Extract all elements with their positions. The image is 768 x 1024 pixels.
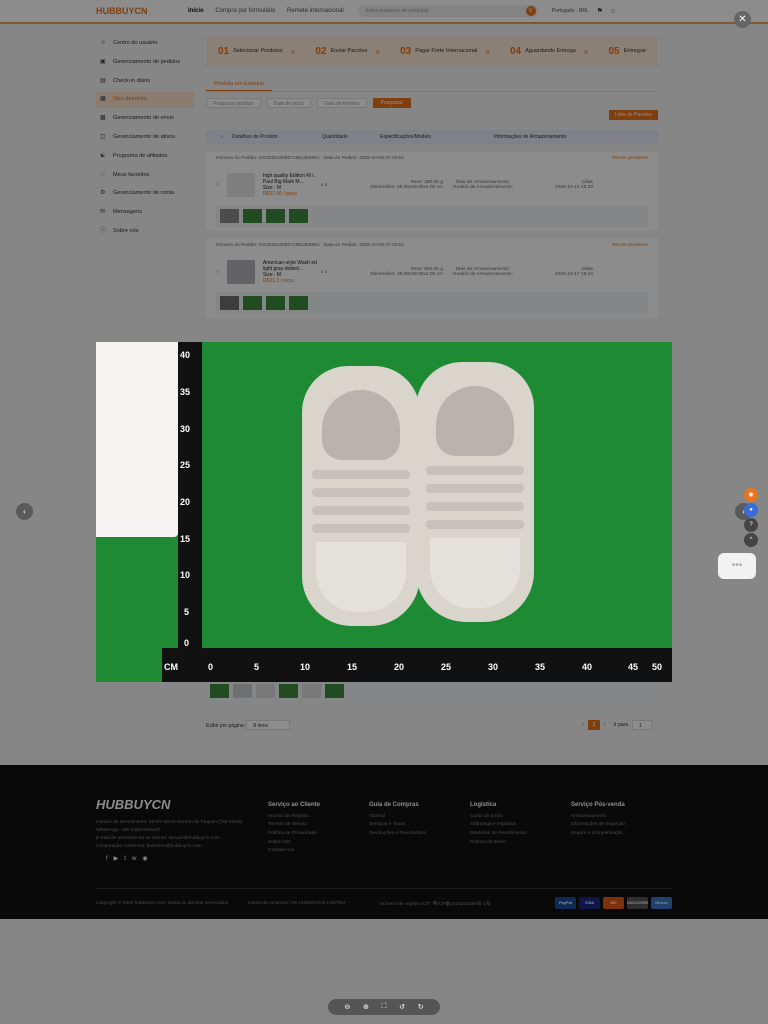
ruler-label: 35 <box>535 662 546 672</box>
floating-tools: ◉ ● ? ^ <box>744 488 758 548</box>
shoe-toe <box>316 542 406 612</box>
shoe-lace <box>312 506 410 515</box>
ruler-label: 15 <box>180 534 191 544</box>
zoom-out-icon[interactable]: ⊖ <box>344 1003 350 1011</box>
ruler-label: 15 <box>347 662 358 672</box>
ruler-label: 50 <box>652 662 663 672</box>
ruler-label: 45 <box>628 662 639 672</box>
ruler-label: 0 <box>184 638 190 648</box>
chat-icon[interactable]: ● <box>744 503 758 517</box>
shoe-lace <box>312 488 410 497</box>
ruler-label: 20 <box>394 662 405 672</box>
ruler-label: 0 <box>208 662 214 672</box>
shoe-opening <box>322 390 400 460</box>
zoom-in-icon[interactable]: ⊕ <box>363 1003 369 1011</box>
right-shoe <box>416 362 534 622</box>
shoe-lace <box>426 520 524 529</box>
rotate-left-icon[interactable]: ↺ <box>399 1003 405 1011</box>
vertical-ruler: 40 35 30 25 20 15 10 5 0 <box>178 342 202 660</box>
ruler-label: 40 <box>582 662 593 672</box>
ruler-label: CM <box>164 662 178 672</box>
help-icon[interactable]: ? <box>744 518 758 532</box>
shoe-lace <box>426 466 524 475</box>
horizontal-ruler: CM 0 5 10 15 20 25 30 35 40 45 50 <box>162 648 672 682</box>
ruler-label: 30 <box>488 662 499 672</box>
ruler-label: 30 <box>180 424 191 434</box>
viewer-toolbar: ⊖ ⊕ ⛶ ↺ ↻ <box>328 999 440 1015</box>
shoe-opening <box>436 386 514 456</box>
ruler-label: 25 <box>180 460 191 470</box>
left-shoe <box>302 366 420 626</box>
ruler-label: 40 <box>180 350 191 360</box>
ruler-label: 10 <box>300 662 311 672</box>
ruler-label: 5 <box>254 662 260 672</box>
shoe-lace <box>426 484 524 493</box>
close-icon[interactable]: ✕ <box>734 11 751 28</box>
ruler-label: 5 <box>184 607 190 617</box>
ruler-label: 25 <box>441 662 452 672</box>
ruler-label: 10 <box>180 570 191 580</box>
ruler-label: 35 <box>180 387 191 397</box>
fit-screen-icon[interactable]: ⛶ <box>382 1003 387 1011</box>
shoe-lace <box>426 502 524 511</box>
arrow-up-icon[interactable]: ^ <box>744 533 758 547</box>
shoe-lace <box>312 524 410 533</box>
rotate-right-icon[interactable]: ↻ <box>418 1003 424 1011</box>
support-chat-bubble[interactable]: ••• <box>718 553 756 579</box>
prev-image-button[interactable]: ‹ <box>16 503 33 520</box>
shoe-lace <box>312 470 410 479</box>
photo-paper <box>96 342 178 537</box>
ruler-label: 20 <box>180 497 191 507</box>
shoe-toe <box>430 538 520 608</box>
enlarged-photo: 40 35 30 25 20 15 10 5 0 CM 0 5 10 15 20… <box>96 342 672 682</box>
cart-icon[interactable]: ◉ <box>744 488 758 502</box>
